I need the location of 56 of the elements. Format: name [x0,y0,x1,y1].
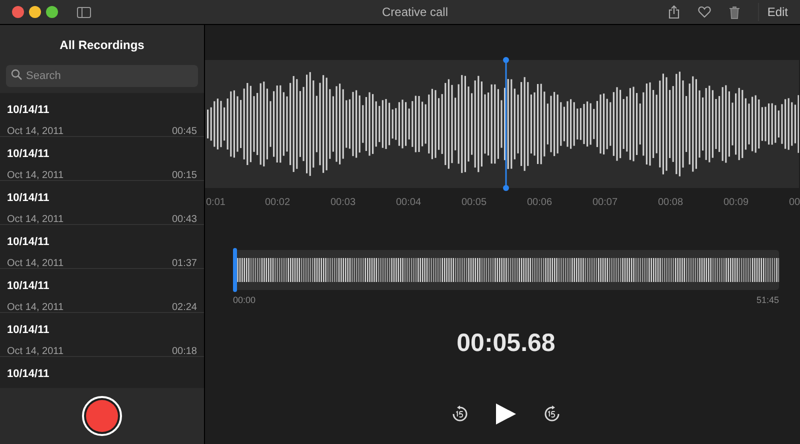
overview-playhead-handle[interactable] [233,248,237,292]
close-button[interactable] [12,6,24,18]
recording-item[interactable]: 10/14/11 Oct 14, 2011 01:37 [0,225,204,269]
skip-back-15-icon[interactable] [451,405,469,423]
time-tick: 00:06 [527,196,552,210]
time-tick: 0:01 [206,196,226,210]
time-tick: 00:02 [265,196,290,210]
recording-duration: 00:43 [172,212,197,226]
end-time: 51:45 [756,294,779,307]
recording-duration: 00:45 [172,124,197,138]
sidebar-title: All Recordings [58,37,146,52]
search-icon [11,69,22,80]
recording-title: 10/14/11 [7,367,50,382]
recording-item[interactable]: 10/14/11 Oct 14, 2011 00:15 [0,137,204,181]
recording-duration: 02:24 [172,300,197,314]
time-tick: 00:08 [658,196,684,210]
time-tick: 00:09 [724,196,749,210]
sidebar-toggle-icon[interactable] [77,6,91,18]
recording-title: 10/14/11 [7,103,50,118]
skip-forward-15-icon[interactable] [543,405,561,423]
recording-item[interactable]: 10/14/11 Oct 14, 2011 00:43 [0,181,204,225]
time-tick: 00:05 [462,196,487,210]
recording-title: 10/14/11 [7,191,50,206]
heart-icon[interactable] [698,6,712,18]
recording-title: 10/14/11 [7,323,50,338]
recording-item[interactable]: 10/14/11 Oct 14, 2011 00:45 [0,93,204,137]
minimize-button[interactable] [29,6,41,18]
recording-date: Oct 14, 2011 [7,124,64,138]
edit-button[interactable]: Edit [758,3,792,21]
recording-date: Oct 14, 2011 [7,344,64,358]
recording-item[interactable]: 10/14/11 Oct 14, 2011 02:24 [0,269,204,313]
time-tick: 00:07 [592,196,618,210]
recording-date: Oct 14, 2011 [7,300,64,314]
recording-duration: 00:15 [172,168,197,182]
time-tick: 00 [789,196,800,210]
recording-title: 10/14/11 [7,279,50,294]
recording-duration: 01:37 [172,256,197,270]
playhead-handle[interactable] [502,56,510,192]
time-tick: 00:04 [396,196,422,210]
recording-date: Oct 14, 2011 [7,168,64,182]
search-field[interactable]: Search [6,65,198,87]
recording-date: Oct 14, 2011 [7,212,64,226]
window-title: Creative call [380,4,450,21]
time-tick: 00:03 [330,196,356,210]
recording-title: 10/14/11 [7,235,50,250]
start-time: 00:00 [233,294,256,307]
recording-title: 10/14/11 [7,147,50,162]
trash-icon[interactable] [729,6,740,18]
zoom-button[interactable] [46,6,58,18]
share-icon[interactable] [668,5,680,19]
current-time: 00:05.68 [456,328,556,358]
recording-item[interactable]: 10/14/11 Oct 14, 2011 00:18 [0,313,204,357]
play-button-icon[interactable] [495,402,517,426]
record-button[interactable] [82,396,122,436]
recording-duration: 00:18 [172,344,197,358]
recording-date: Oct 14, 2011 [7,256,64,270]
